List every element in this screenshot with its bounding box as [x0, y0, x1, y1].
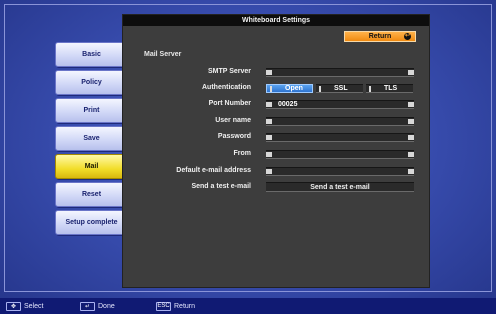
auth-option-tls[interactable]: TLS: [366, 84, 413, 93]
send-test-email-button[interactable]: Send a test e-mail: [266, 182, 414, 192]
default-email-row: Default e-mail address: [123, 165, 431, 177]
auth-option-ssl[interactable]: SSL: [316, 84, 363, 93]
auth-option-label: TLS: [384, 85, 398, 92]
auth-label: Authentication: [202, 84, 251, 91]
tab-save[interactable]: Save: [55, 126, 128, 151]
return-icon: ↩: [404, 33, 411, 40]
select-hint-label: Select: [24, 302, 44, 310]
port-row: Port Number 00025: [123, 98, 431, 110]
select-hint: ✥ Select: [6, 301, 43, 311]
radio-marker-icon: [319, 86, 321, 92]
default-email-field[interactable]: [266, 167, 414, 176]
smtp-row: SMTP Server: [123, 66, 431, 78]
user-label: User name: [215, 117, 251, 124]
esc-key-icon: ESC: [156, 301, 171, 311]
port-number-field[interactable]: 00025: [266, 100, 414, 109]
smtp-server-field[interactable]: [266, 68, 414, 77]
return-hint-label: Return: [174, 302, 196, 310]
return-button[interactable]: Return ↩: [344, 31, 416, 42]
done-hint: ↵ Done: [80, 301, 115, 311]
radio-marker-icon: [270, 86, 272, 92]
radio-marker-icon: [369, 86, 371, 92]
section-title: Mail Server: [144, 51, 182, 58]
enter-key-icon: ↵: [80, 301, 95, 311]
done-hint-label: Done: [98, 302, 115, 310]
tab-basic[interactable]: Basic: [55, 42, 128, 67]
status-bar: ✥ Select ↵ Done ESC Return: [0, 298, 496, 314]
return-hint: ESC Return: [156, 301, 195, 311]
test-email-label: Send a test e-mail: [191, 183, 251, 190]
smtp-label: SMTP Server: [207, 68, 251, 75]
auth-option-label: Open: [285, 85, 303, 92]
default-email-label: Default e-mail address: [176, 167, 251, 174]
auth-option-label: SSL: [334, 85, 348, 92]
window-title: Whiteboard Settings: [123, 15, 429, 26]
auth-option-open[interactable]: Open: [266, 84, 313, 93]
from-label: From: [233, 150, 252, 157]
auth-row: Authentication Open SSL TLS: [123, 82, 431, 94]
password-field[interactable]: [266, 133, 414, 142]
port-label: Port Number: [208, 100, 251, 107]
test-email-row: Send a test e-mail Send a test e-mail: [123, 181, 431, 193]
from-row: From: [123, 148, 431, 160]
password-row: Password: [123, 131, 431, 143]
return-button-label: Return: [368, 33, 392, 40]
directional-pad-icon: ✥: [6, 301, 21, 311]
tab-print[interactable]: Print: [55, 98, 128, 123]
tab-setup-complete[interactable]: Setup complete: [55, 210, 128, 235]
settings-panel: Whiteboard Settings Return ↩ Mail Server…: [122, 14, 430, 288]
port-value: 00025: [278, 101, 298, 108]
tab-policy[interactable]: Policy: [55, 70, 128, 95]
tab-reset[interactable]: Reset: [55, 182, 128, 207]
tab-mail[interactable]: Mail: [55, 154, 128, 179]
user-name-field[interactable]: [266, 117, 414, 126]
from-field[interactable]: [266, 150, 414, 159]
password-label: Password: [217, 133, 251, 140]
user-row: User name: [123, 115, 431, 127]
